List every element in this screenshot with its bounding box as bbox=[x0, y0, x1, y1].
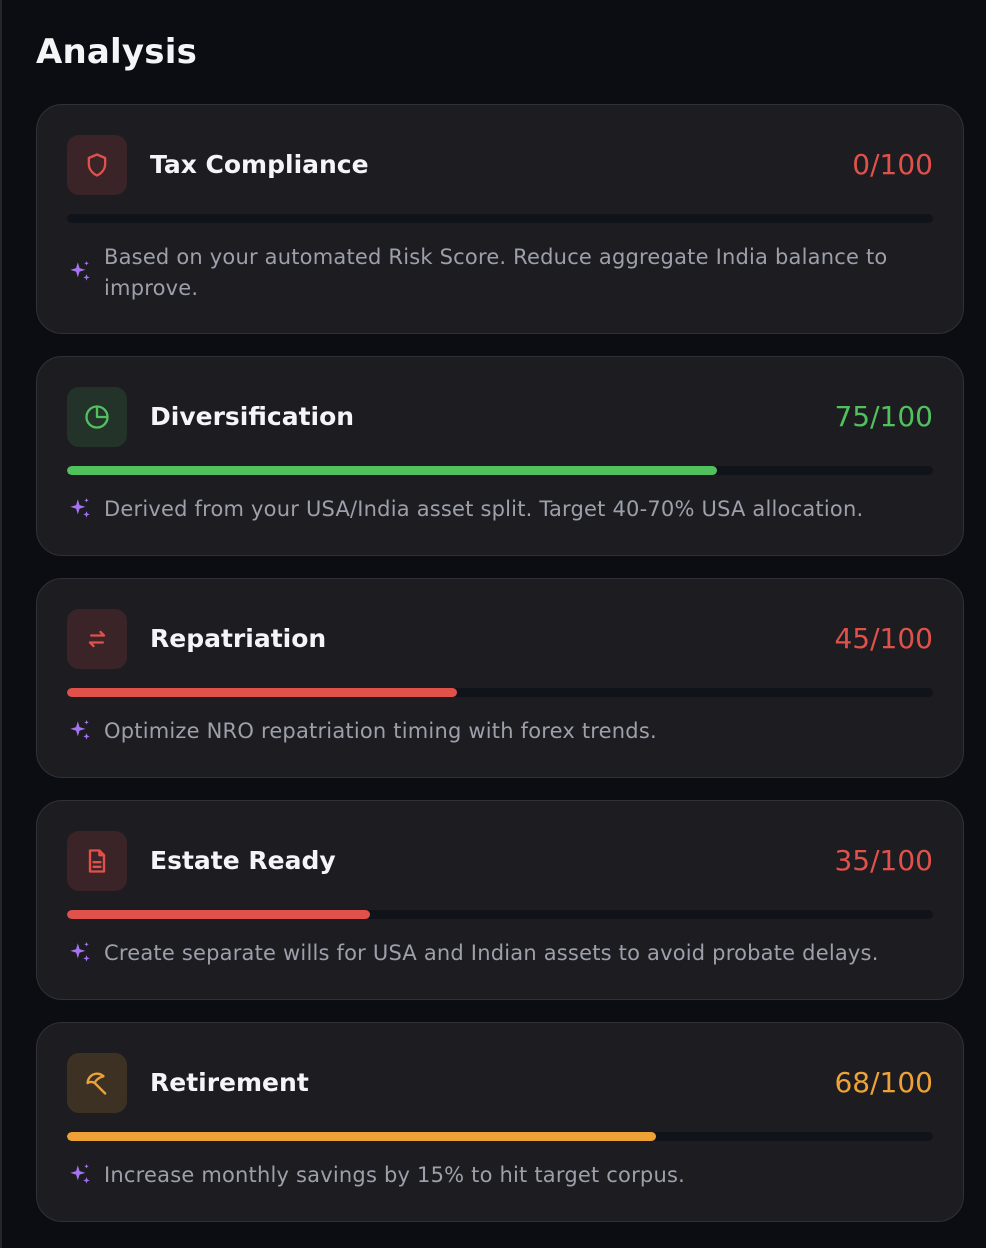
icon-badge bbox=[67, 1053, 127, 1113]
score-progress-bar bbox=[67, 688, 933, 697]
card-title: Estate Ready bbox=[150, 846, 336, 875]
pie-chart-icon bbox=[85, 405, 109, 429]
card-title: Tax Compliance bbox=[150, 150, 369, 179]
card-hint: Derived from your USA/India asset split.… bbox=[67, 494, 933, 525]
sparkle-icon bbox=[70, 720, 90, 740]
card-score: 68/100 bbox=[834, 1066, 933, 1099]
card-hint: Increase monthly savings by 15% to hit t… bbox=[67, 1160, 933, 1191]
shield-icon bbox=[87, 153, 107, 177]
score-progress-fill bbox=[67, 688, 457, 697]
score-progress-bar bbox=[67, 910, 933, 919]
card-hint-text: Create separate wills for USA and Indian… bbox=[104, 941, 879, 965]
analysis-card-list: Tax Compliance 0/100 Based on your autom… bbox=[36, 104, 964, 1244]
sparkle-icon bbox=[70, 498, 90, 518]
icon-badge bbox=[67, 609, 127, 669]
analysis-card-estate-ready[interactable]: Estate Ready 35/100 Create separate will… bbox=[36, 800, 964, 1000]
card-title: Diversification bbox=[150, 402, 355, 431]
card-header: Retirement 68/100 bbox=[67, 1053, 933, 1113]
card-header: Tax Compliance 0/100 bbox=[67, 135, 933, 195]
analysis-card-retirement[interactable]: Retirement 68/100 Increase monthly savin… bbox=[36, 1022, 964, 1222]
card-title: Repatriation bbox=[150, 624, 327, 653]
icon-badge bbox=[67, 135, 127, 195]
card-hint-text: Increase monthly savings by 15% to hit t… bbox=[104, 1163, 685, 1187]
left-divider bbox=[0, 0, 2, 1248]
document-icon bbox=[88, 849, 106, 873]
card-hint-text: Derived from your USA/India asset split.… bbox=[104, 497, 864, 521]
sparkle-icon bbox=[70, 942, 90, 962]
card-header: Estate Ready 35/100 bbox=[67, 831, 933, 891]
score-progress-fill bbox=[67, 466, 717, 475]
card-header: Repatriation 45/100 bbox=[67, 609, 933, 669]
umbrella-icon bbox=[86, 1072, 107, 1095]
score-progress-fill bbox=[67, 1132, 656, 1141]
card-score: 0/100 bbox=[852, 148, 933, 181]
sparkle-icon bbox=[70, 261, 90, 281]
card-header: Diversification 75/100 bbox=[67, 387, 933, 447]
page-title: Analysis bbox=[36, 32, 198, 72]
icon-badge bbox=[67, 831, 127, 891]
card-hint-text: Optimize NRO repatriation timing with fo… bbox=[104, 719, 657, 743]
score-progress-bar bbox=[67, 214, 933, 223]
analysis-card-repatriation[interactable]: Repatriation 45/100 Optimize NRO repatri… bbox=[36, 578, 964, 778]
card-hint: Optimize NRO repatriation timing with fo… bbox=[67, 716, 933, 747]
card-score: 75/100 bbox=[834, 400, 933, 433]
card-hint-text: Based on your automated Risk Score. Redu… bbox=[104, 245, 888, 300]
analysis-card-diversification[interactable]: Diversification 75/100 Derived from your… bbox=[36, 356, 964, 556]
score-progress-bar bbox=[67, 466, 933, 475]
score-progress-fill bbox=[67, 910, 371, 919]
card-hint: Based on your automated Risk Score. Redu… bbox=[67, 242, 933, 304]
icon-badge bbox=[67, 387, 127, 447]
card-hint: Create separate wills for USA and Indian… bbox=[67, 938, 933, 969]
analysis-card-tax-compliance[interactable]: Tax Compliance 0/100 Based on your autom… bbox=[36, 104, 964, 334]
card-score: 35/100 bbox=[834, 844, 933, 877]
card-score: 45/100 bbox=[834, 622, 933, 655]
card-title: Retirement bbox=[150, 1068, 309, 1097]
sparkle-icon bbox=[70, 1164, 90, 1184]
score-progress-bar bbox=[67, 1132, 933, 1141]
transfer-arrows-icon bbox=[88, 630, 106, 648]
